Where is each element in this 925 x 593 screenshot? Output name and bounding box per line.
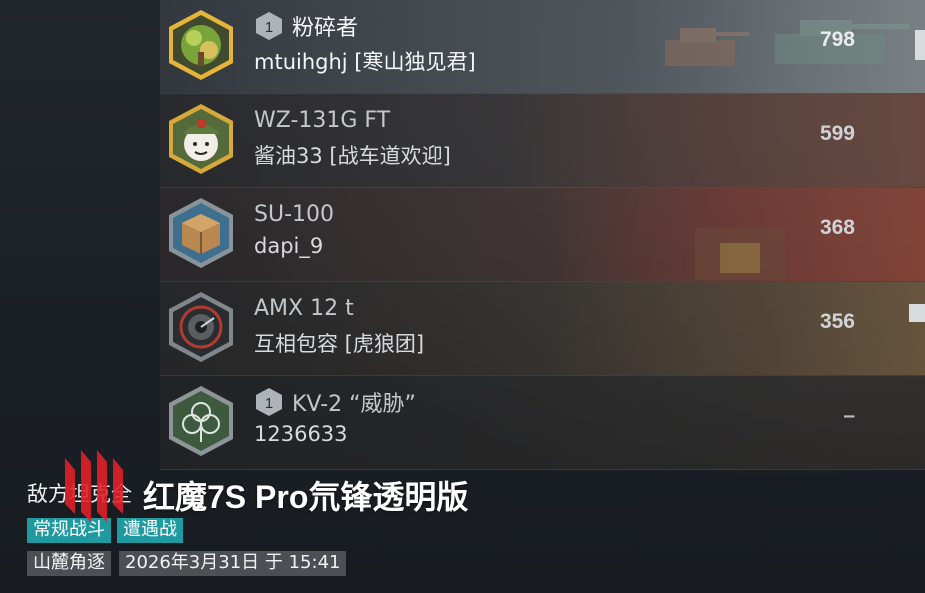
player-name: 1236633 — [254, 422, 348, 446]
player-row-5[interactable]: 1 KV-2 “威胁” 1236633 – — [160, 376, 925, 470]
battle-tags: 常规战斗 遭遇战 — [27, 518, 907, 543]
rank-badge-number: 1 — [265, 19, 273, 36]
enemy-team-list: 1 粉碎者 mtuihghj [寒山独见君] 798 WZ-131G FT 酱油… — [160, 0, 925, 470]
vehicle-name: SU-100 — [254, 201, 334, 227]
player-score: 798 — [819, 28, 855, 51]
vehicle-name: 粉碎者 — [292, 16, 359, 41]
player-name: 酱油33 [战车道欢迎] — [254, 144, 451, 168]
vehicle-name: KV-2 “威胁” — [292, 392, 416, 417]
player-row-4[interactable]: AMX 12 t 互相包容 [虎狼团] 356 — [160, 282, 925, 376]
cartoon-soldier-emblem-icon — [164, 102, 238, 176]
player-name: mtuihghj [寒山独见君] — [254, 50, 476, 74]
player-name: dapi_9 — [254, 234, 324, 258]
rank-badge-icon: 1 — [254, 387, 284, 417]
battle-meta: 山麓角逐 2026年3月31日 于 15:41 — [27, 551, 907, 576]
edge-marker — [909, 304, 925, 322]
vehicle-name: AMX 12 t — [254, 295, 354, 321]
device-watermark: 红魔7S Pro氘锋透明版 — [143, 479, 469, 515]
battle-results-screen: 1 粉碎者 mtuihghj [寒山独见君] 798 WZ-131G FT 酱油… — [0, 0, 925, 593]
player-score: 599 — [819, 122, 855, 145]
gold-tree-emblem-icon — [164, 8, 238, 82]
battle-footer: 敌方坦克全 红魔7S Pro氘锋透明版 常规战斗 遭遇战 山麓角逐 2026年3… — [27, 450, 907, 576]
player-score: 356 — [819, 310, 855, 333]
crate-emblem-icon — [164, 196, 238, 270]
rank-badge-number: 1 — [265, 395, 273, 412]
rank-badge-icon: 1 — [254, 11, 284, 41]
battle-datetime: 2026年3月31日 于 15:41 — [119, 551, 347, 576]
player-row-2[interactable]: WZ-131G FT 酱油33 [战车道欢迎] 599 — [160, 94, 925, 188]
player-row-3[interactable]: SU-100 dapi_9 368 — [160, 188, 925, 282]
player-score: 368 — [819, 216, 855, 239]
red-magic-logo-icon — [65, 450, 123, 522]
gauge-emblem-icon — [164, 290, 238, 364]
map-name: 山麓角逐 — [27, 551, 111, 576]
edge-marker — [915, 30, 925, 60]
player-row-1[interactable]: 1 粉碎者 mtuihghj [寒山独见君] 798 — [160, 0, 925, 94]
player-name: 互相包容 [虎狼团] — [254, 332, 425, 356]
player-score: – — [843, 404, 855, 427]
vehicle-name: WZ-131G FT — [254, 107, 391, 133]
clover-emblem-icon — [164, 384, 238, 458]
